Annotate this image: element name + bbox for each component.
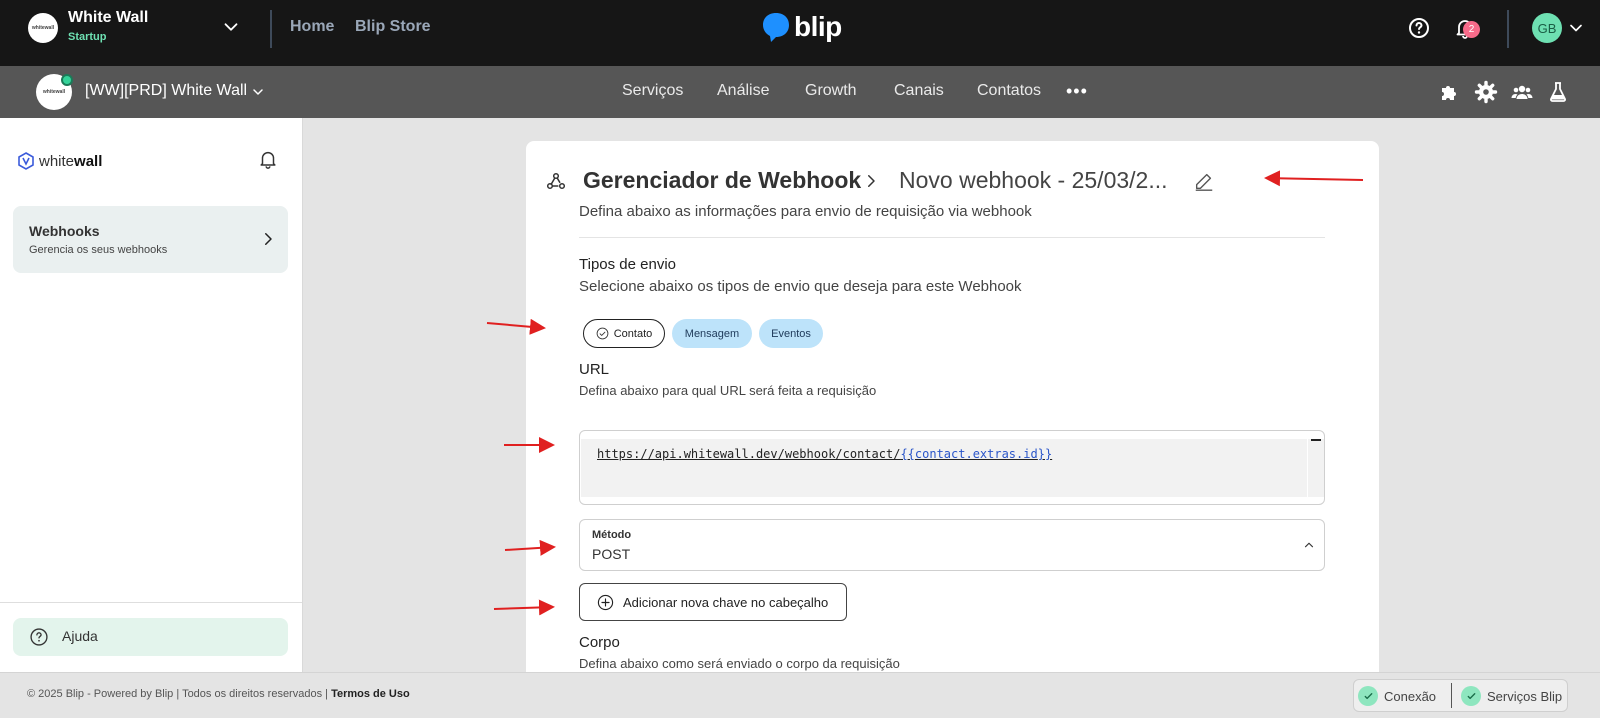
nav-servicos[interactable]: Serviços [622, 82, 683, 100]
pencil-icon[interactable] [1193, 170, 1215, 192]
plus-circle-icon [597, 594, 614, 610]
copyright-text: © 2025 Blip - Powered by Blip | Todos os… [27, 688, 328, 700]
url-editor-content[interactable]: https://api.whitewall.dev/webhook/contac… [581, 439, 1307, 497]
chevron-up-icon [1304, 542, 1314, 548]
help-label: Ajuda [62, 628, 98, 644]
puzzle-icon[interactable] [1438, 80, 1462, 104]
sidebar: whitewall Webhooks Gerencia os seus webh… [0, 118, 303, 672]
flask-icon[interactable] [1546, 80, 1570, 104]
chip-eventos[interactable]: Eventos [759, 319, 823, 348]
status-indicators: Conexão Serviços Blip [1353, 679, 1568, 712]
nav-canais[interactable]: Canais [894, 82, 944, 100]
method-value: POST [592, 546, 631, 562]
sidebar-item-title: Webhooks [29, 223, 100, 239]
notification-badge: 2 [1463, 21, 1480, 38]
scrollbar-thumb[interactable] [1311, 439, 1321, 441]
url-title: URL [579, 361, 610, 378]
check-circle-icon [596, 327, 609, 340]
org-logo[interactable]: whitewall [28, 13, 58, 43]
whitewall-logo-text: whitewall [39, 153, 102, 170]
chip-label: Contato [613, 327, 653, 340]
url-variable: contact.extras.id [914, 447, 1038, 461]
logo-prefix: white [39, 152, 75, 170]
chip-contato[interactable]: Contato [583, 319, 665, 348]
page-subtitle: Defina abaixo as informações para envio … [579, 203, 1032, 220]
chip-label: Eventos [771, 327, 811, 340]
top-bar: whitewall White Wall Startup Home Blip S… [0, 0, 1600, 66]
topbar-divider [270, 10, 272, 48]
divider [579, 237, 1325, 238]
chevron-down-icon[interactable] [1566, 18, 1586, 38]
status-services[interactable]: Serviços Blip [1461, 686, 1562, 706]
breadcrumb-title[interactable]: Gerenciador de Webhook [583, 167, 861, 194]
bell-icon[interactable] [257, 148, 279, 170]
users-icon[interactable] [1510, 80, 1534, 104]
help-circle-icon [30, 628, 48, 646]
footer-copyright: © 2025 Blip - Powered by Blip | Todos os… [27, 688, 410, 700]
url-scrollbar[interactable] [1308, 439, 1324, 497]
logo-suffix: wall [74, 152, 103, 170]
check-icon [1358, 686, 1378, 706]
bot-logo-text: whitewall [42, 89, 66, 95]
home-link[interactable]: Home [290, 18, 334, 36]
status-connection[interactable]: Conexão [1358, 686, 1436, 706]
webhook-icon [546, 172, 566, 190]
blip-logo[interactable]: blip [762, 10, 842, 44]
org-plan-badge: Startup [68, 31, 107, 43]
org-logo-text: whitewall [31, 25, 55, 31]
sidebar-item-help[interactable]: Ajuda [13, 618, 288, 656]
url-editor[interactable]: https://api.whitewall.dev/webhook/contac… [579, 430, 1325, 505]
status-label: Conexão [1384, 688, 1437, 704]
url-variable-open: {{ [900, 447, 915, 461]
status-label: Serviços Blip [1487, 688, 1563, 704]
blip-store-link[interactable]: Blip Store [355, 18, 431, 36]
nav-growth[interactable]: Growth [805, 82, 857, 100]
method-select[interactable]: Método POST [579, 519, 1325, 571]
check-icon [1461, 686, 1481, 706]
terms-link[interactable]: Termos de Uso [331, 688, 410, 700]
url-variable-close: }} [1037, 447, 1053, 461]
add-header-button[interactable]: Adicionar nova chave no cabeçalho [579, 583, 847, 621]
more-menu-button[interactable]: ••• [1066, 81, 1088, 102]
chip-label: Mensagem [684, 327, 740, 340]
chevron-down-icon[interactable] [220, 16, 242, 38]
url-value: https://api.whitewall.dev/webhook/contac… [597, 447, 1052, 461]
topbar-divider [1507, 10, 1509, 48]
footer: © 2025 Blip - Powered by Blip | Todos os… [0, 672, 1600, 718]
bot-online-indicator [61, 74, 73, 86]
help-icon[interactable] [1407, 16, 1431, 40]
sidebar-divider [0, 602, 302, 603]
nav-analise[interactable]: Análise [717, 82, 769, 100]
sidebar-item-description: Gerencia os seus webhooks [29, 244, 168, 256]
send-types-title: Tipos de envio [579, 256, 677, 273]
send-types-description: Selecione abaixo os tipos de envio que d… [579, 278, 1022, 295]
body-title: Corpo [579, 634, 620, 651]
brand-text: blip [794, 11, 842, 42]
user-avatar[interactable]: GB [1532, 13, 1562, 43]
org-name[interactable]: White Wall [68, 9, 148, 27]
add-header-label: Adicionar nova chave no cabeçalho [623, 594, 829, 610]
bot-nav-bar: whitewall [WW][PRD] White Wall Serviços … [0, 66, 1600, 118]
chevron-right-icon [265, 233, 272, 245]
nav-contatos[interactable]: Contatos [977, 82, 1041, 100]
method-label: Método [592, 529, 632, 541]
sidebar-item-webhooks[interactable]: Webhooks Gerencia os seus webhooks [13, 206, 288, 273]
webhook-form-card: Gerenciador de Webhook Novo webhook - 25… [526, 141, 1379, 672]
chip-mensagem[interactable]: Mensagem [672, 319, 752, 348]
whitewall-logo: whitewall [17, 152, 102, 170]
webhook-name: Novo webhook - 25/03/2... [899, 167, 1168, 193]
url-description: Defina abaixo para qual URL será feita a… [579, 383, 877, 398]
status-divider [1451, 683, 1452, 708]
gear-icon[interactable] [1474, 80, 1498, 104]
blip-bubble-icon [763, 13, 789, 42]
chevron-right-icon [868, 175, 875, 187]
chevron-down-icon[interactable] [250, 84, 266, 100]
body-description: Defina abaixo como será enviado o corpo … [579, 656, 900, 671]
whitewall-logo-icon [18, 152, 34, 170]
bot-selector[interactable]: [WW][PRD] White Wall [85, 82, 247, 100]
url-plain: https://api.whitewall.dev/webhook/contac… [597, 447, 901, 461]
